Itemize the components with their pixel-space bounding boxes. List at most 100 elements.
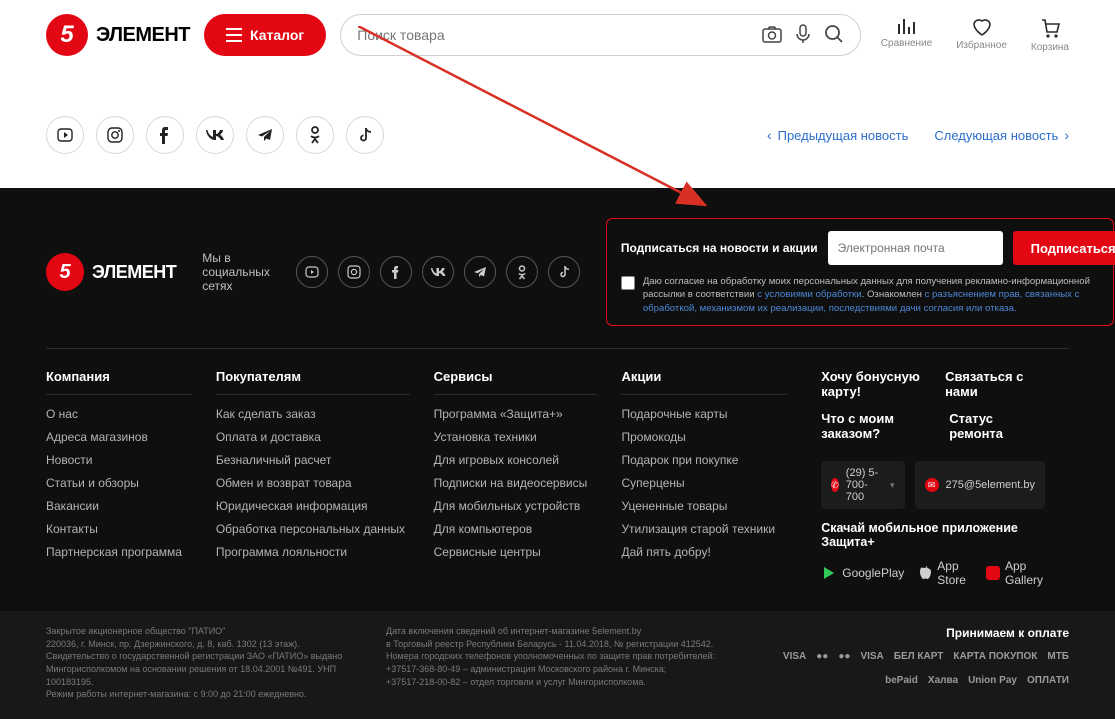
footer-link[interactable]: Утилизация старой техники: [621, 522, 787, 536]
vk-icon[interactable]: [422, 256, 454, 288]
cart-link[interactable]: Корзина: [1031, 17, 1069, 53]
instagram-icon[interactable]: [96, 116, 134, 154]
search-icon[interactable]: [824, 24, 844, 47]
footer-link[interactable]: Подарок при покупке: [621, 453, 787, 467]
telegram-icon[interactable]: [464, 256, 496, 288]
top-header: 5 ЭЛЕМЕНТ Каталог Сравнение Избранное: [0, 0, 1115, 66]
payment-logo: Union Pay: [968, 674, 1017, 688]
payment-logo: БЕЛ КАРТ: [894, 650, 944, 664]
logo-text: ЭЛЕМЕНТ: [96, 24, 190, 47]
payment-title: Принимаем к оплате: [746, 625, 1069, 642]
footer-logo[interactable]: 5 ЭЛЕМЕНТ: [46, 253, 176, 291]
legal-left: Закрытое акционерное общество "ПАТИО"220…: [46, 625, 366, 701]
email-icon: ✉: [925, 478, 939, 492]
appgallery-link[interactable]: App Gallery: [986, 559, 1045, 587]
vk-icon[interactable]: [196, 116, 234, 154]
compare-label: Сравнение: [881, 38, 932, 49]
footer-socials: [296, 256, 580, 288]
footer-link[interactable]: Для мобильных устройств: [434, 499, 598, 513]
order-status-link[interactable]: Что с моим заказом?: [821, 411, 949, 441]
email-pill[interactable]: ✉ 275@5element.by: [915, 461, 1045, 509]
footer-link[interactable]: Суперцены: [621, 476, 787, 490]
facebook-icon[interactable]: [380, 256, 412, 288]
play-icon: [821, 565, 837, 581]
legal-bar: Закрытое акционерное общество "ПАТИО"220…: [0, 611, 1115, 719]
footer-link[interactable]: Сервисные центры: [434, 545, 598, 559]
catalog-label: Каталог: [250, 27, 304, 43]
footer-link[interactable]: Уцененные товары: [621, 499, 787, 513]
phone-pill[interactable]: ✆ (29) 5-700-700 ▾: [821, 461, 904, 509]
prev-news-link[interactable]: ‹Предыдущая новость: [767, 127, 908, 143]
chevron-down-icon: ▾: [890, 480, 895, 491]
footer-link[interactable]: Подписки на видеосервисы: [434, 476, 598, 490]
favorite-link[interactable]: Избранное: [956, 17, 1007, 53]
googleplay-link[interactable]: GooglePlay: [821, 565, 904, 581]
footer-link[interactable]: Обмен и возврат товара: [216, 476, 410, 490]
footer-link[interactable]: Вакансии: [46, 499, 192, 513]
heart-icon: [971, 17, 993, 37]
compare-link[interactable]: Сравнение: [881, 17, 932, 53]
ag-label: App Gallery: [1005, 559, 1045, 587]
footer-link[interactable]: Для компьютеров: [434, 522, 598, 536]
logo-badge: 5: [46, 253, 84, 291]
footer-link[interactable]: Адреса магазинов: [46, 430, 192, 444]
footer-link[interactable]: Юридическая информация: [216, 499, 410, 513]
email-input[interactable]: [828, 231, 1003, 265]
footer-link[interactable]: Безналичный расчет: [216, 453, 410, 467]
youtube-icon[interactable]: [296, 256, 328, 288]
telegram-icon[interactable]: [246, 116, 284, 154]
footer-link[interactable]: Оплата и доставка: [216, 430, 410, 444]
footer-link[interactable]: Промокоды: [621, 430, 787, 444]
footer-link[interactable]: Как сделать заказ: [216, 407, 410, 421]
payment-logo: VISA: [860, 650, 883, 664]
logo[interactable]: 5 ЭЛЕМЕНТ: [46, 14, 190, 56]
cart-icon: [1039, 17, 1061, 39]
footer-link[interactable]: Программа лояльности: [216, 545, 410, 559]
apple-icon: [920, 565, 932, 581]
payment-logo: bePaid: [885, 674, 918, 688]
ok-icon[interactable]: [296, 116, 334, 154]
footer-link[interactable]: Установка техники: [434, 430, 598, 444]
contact-link[interactable]: Связаться с нами: [945, 369, 1045, 399]
camera-icon[interactable]: [762, 25, 782, 46]
menu-icon: [226, 28, 242, 42]
email-text: 275@5element.by: [946, 479, 1035, 491]
tiktok-icon[interactable]: [346, 116, 384, 154]
ok-icon[interactable]: [506, 256, 538, 288]
col-title: Сервисы: [434, 369, 598, 395]
footer-link[interactable]: Программа «Защита+»: [434, 407, 598, 421]
phone-text: (29) 5-700-700: [846, 467, 883, 503]
subscribe-button[interactable]: Подписаться: [1013, 231, 1115, 265]
consent-checkbox[interactable]: [621, 276, 635, 290]
footer-link[interactable]: Партнерская программа: [46, 545, 192, 559]
footer-link[interactable]: Обработка персональных данных: [216, 522, 410, 536]
tiktok-icon[interactable]: [548, 256, 580, 288]
footer-link[interactable]: Подарочные карты: [621, 407, 787, 421]
search-input[interactable]: [357, 27, 748, 43]
col-promo: Акции Подарочные картыПромокодыПодарок п…: [621, 349, 811, 611]
footer-link[interactable]: О нас: [46, 407, 192, 421]
favorite-label: Избранное: [956, 40, 1007, 51]
next-news-link[interactable]: Следующая новость›: [934, 127, 1069, 143]
footer-link[interactable]: Новости: [46, 453, 192, 467]
consent-link-1[interactable]: с условиями обработки: [757, 289, 861, 300]
appstore-link[interactable]: App Store: [920, 559, 970, 587]
footer-link[interactable]: Контакты: [46, 522, 192, 536]
search-bar: [340, 14, 861, 56]
footer-link[interactable]: Для игровых консолей: [434, 453, 598, 467]
facebook-icon[interactable]: [146, 116, 184, 154]
col-services: Сервисы Программа «Защита+» Установка тех…: [434, 349, 622, 611]
catalog-button[interactable]: Каталог: [204, 14, 326, 56]
bonus-link[interactable]: Хочу бонусную карту!: [821, 369, 945, 399]
instagram-icon[interactable]: [338, 256, 370, 288]
mic-icon[interactable]: [796, 24, 810, 47]
youtube-icon[interactable]: [46, 116, 84, 154]
footer-link[interactable]: Статьи и обзоры: [46, 476, 192, 490]
consent-text: Даю согласие на обработку моих персональ…: [643, 275, 1099, 315]
repair-status-link[interactable]: Статус ремонта: [949, 411, 1045, 441]
social-nav-section: ‹Предыдущая новость Следующая новость›: [0, 66, 1115, 188]
prev-news-label: Предыдущая новость: [778, 128, 909, 143]
footer-link[interactable]: Дай пять добру!: [621, 545, 787, 559]
compare-icon: [897, 17, 917, 35]
phone-icon: ✆: [831, 478, 839, 492]
